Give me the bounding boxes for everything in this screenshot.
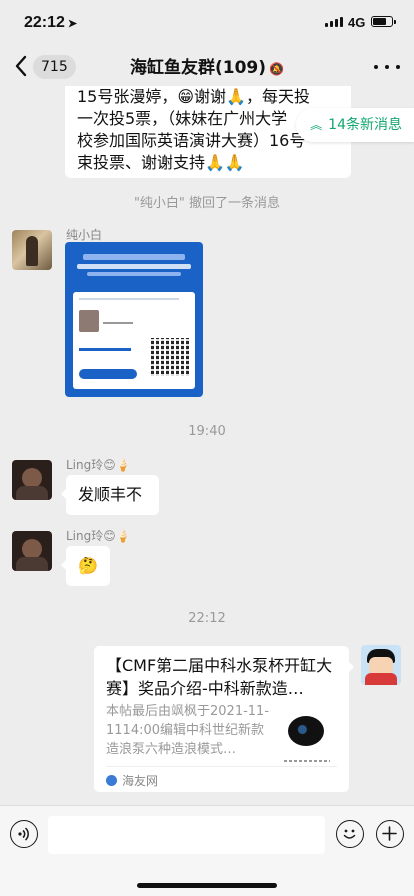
location-icon: ➤: [67, 18, 78, 30]
recall-notice: "纯小白" 撤回了一条消息: [133, 196, 281, 211]
new-messages-label: 14条新消息: [328, 117, 402, 133]
message-bubble[interactable]: 发顺丰不: [61, 475, 159, 515]
message-bubble[interactable]: 🤔: [61, 546, 110, 586]
message-list[interactable]: 15号张漫婷，😁谢谢🙏，每天投 一次投5票，（妹妹在广州大学 校参加国际英语演讲…: [0, 86, 414, 805]
bubble-line: 15号张漫婷，😁谢谢🙏，每天投: [77, 87, 310, 106]
sender-name: Ling玲😊🍦: [66, 458, 131, 472]
link-card[interactable]: 【CMF第二届中科水泵杯开缸大赛】奖品介绍-中科新款造… 本帖最后由飒枫于202…: [94, 646, 354, 792]
avatar-self[interactable]: [361, 645, 401, 685]
link-card-title: 【CMF第二届中科水泵杯开缸大赛】奖品介绍-中科新款造…: [106, 656, 333, 698]
network-label: 4G: [348, 15, 366, 30]
avatar[interactable]: [12, 230, 52, 270]
chat-header: 715 海缸鱼友群(109) 🔕: [0, 48, 414, 86]
group-name: 海缸鱼友群(109): [130, 58, 267, 78]
status-bar: 22:12 ➤ 4G: [0, 0, 414, 48]
source-icon: [106, 775, 117, 786]
divider: [106, 766, 337, 767]
mute-icon: 🔕: [269, 62, 284, 76]
new-messages-button[interactable]: ︽ 14条新消息: [296, 108, 414, 142]
voice-icon[interactable]: [10, 820, 38, 848]
signal-icon: [325, 17, 343, 27]
home-indicator: [137, 883, 277, 888]
thinking-emoji: 🤔: [78, 556, 98, 575]
emoji-icon[interactable]: [336, 820, 364, 848]
double-chevron-up-icon: ︽: [310, 118, 323, 132]
message-text: 发顺丰不: [78, 485, 143, 504]
poster-image[interactable]: [65, 242, 203, 397]
poster-card: [73, 292, 195, 389]
timestamp: 19:40: [188, 424, 226, 439]
timestamp: 22:12: [188, 611, 226, 626]
avatar[interactable]: [12, 460, 52, 500]
sender-name: Ling玲😊🍦: [66, 529, 131, 543]
status-time: 22:12 ➤: [24, 14, 78, 31]
sender-name: 纯小白: [66, 228, 103, 242]
avatar[interactable]: [12, 531, 52, 571]
poster-header: [73, 248, 195, 288]
battery-icon: [371, 16, 396, 27]
link-card-source: 海友网: [122, 774, 159, 788]
chat-title: 海缸鱼友群(109) 🔕: [0, 53, 414, 78]
message-input[interactable]: [48, 816, 325, 854]
link-card-thumbnail: [282, 710, 334, 762]
link-card-description: 本帖最后由飒枫于2021-11-1114:00编辑中科世纪新款造浪泵六种造浪模式…: [106, 704, 270, 757]
plus-icon[interactable]: [376, 820, 404, 848]
more-dots-icon[interactable]: [374, 56, 400, 78]
bubble-line: 束投票、谢谢支持🙏🙏: [77, 153, 245, 172]
